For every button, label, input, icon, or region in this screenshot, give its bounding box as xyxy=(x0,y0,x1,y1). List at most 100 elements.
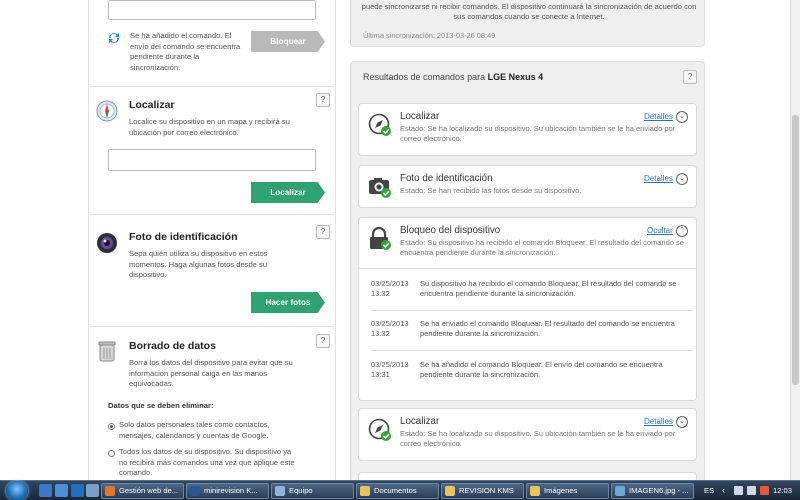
scrollbar-thumb[interactable] xyxy=(792,115,799,385)
taskbar-item-images[interactable]: Imágenes xyxy=(526,483,609,499)
chevron-down-icon[interactable]: ⌄ xyxy=(676,416,688,428)
start-button[interactable] xyxy=(6,481,28,500)
photo-title: Foto de identificación xyxy=(129,231,238,243)
taskbar-item-revision[interactable]: REVISION KMS xyxy=(441,483,524,499)
chevron-up-icon[interactable]: ⌃ xyxy=(676,225,688,237)
device-name: LGE Nexus 4 xyxy=(487,72,544,82)
commands-column: Se ha añadido el comando. El envío del c… xyxy=(88,0,336,480)
switch-windows-icon[interactable] xyxy=(55,484,68,497)
camera-icon xyxy=(368,175,392,199)
card-title: Localizar xyxy=(400,111,440,122)
taskbar-item-documents[interactable]: Documentos xyxy=(356,483,439,499)
last-sync: Última sincronización: 2013-03-26 08:49 xyxy=(363,31,496,40)
divider xyxy=(89,86,335,87)
compass-icon xyxy=(96,100,118,122)
card-title: Localizar xyxy=(400,416,440,427)
folder-icon xyxy=(360,486,370,496)
hide-link[interactable]: Ocultar xyxy=(647,226,673,235)
wipe-help-button[interactable]: ? xyxy=(316,334,330,348)
page-margin-left xyxy=(0,0,88,480)
taskbar-item-computer[interactable]: Equipo xyxy=(271,483,354,499)
card-status: Estado: Se ha localizado su dispositivo.… xyxy=(400,429,676,448)
photo-description: Sepa quién utiliza su dispositivo en est… xyxy=(129,249,268,279)
details-link[interactable]: Detalles xyxy=(644,174,673,183)
results-help-button[interactable]: ? xyxy=(683,70,697,84)
details-link[interactable]: Detalles xyxy=(644,112,673,121)
result-card-lock: Bloqueo del dispositivo Estado: Su dispo… xyxy=(358,217,697,401)
internet-explorer-icon[interactable] xyxy=(71,484,84,497)
divider xyxy=(371,310,693,311)
language-indicator[interactable]: ES xyxy=(704,481,714,500)
wipe-title: Borrado de datos xyxy=(129,340,216,352)
network-icon[interactable] xyxy=(734,486,743,495)
wipe-option-all-radio[interactable] xyxy=(108,450,115,457)
volume-icon[interactable] xyxy=(747,486,756,495)
history-text: Su dispositivo ha recibido el comando Bl… xyxy=(420,279,677,298)
card-status: Estado: Se han recibido las fotos desde … xyxy=(400,186,582,195)
card-title: Foto de identificación xyxy=(400,173,493,184)
chevron-down-icon[interactable]: ⌄ xyxy=(676,111,688,123)
history-date: 03/25/2013 13:31 xyxy=(371,360,409,379)
system-tray: ES ‹ 12:03 xyxy=(700,481,800,500)
locate-button[interactable]: Localizar xyxy=(251,182,325,203)
wipe-option-all-label: Todos los datos de su dispositivo. Su di… xyxy=(119,447,295,477)
trash-icon xyxy=(97,340,117,362)
divider xyxy=(371,350,693,351)
lock-icon xyxy=(368,226,392,251)
media-icon[interactable] xyxy=(86,484,99,497)
taskbar-item-paint[interactable]: IMAGEN6.jpg - ... xyxy=(611,483,694,499)
lock-button[interactable]: Bloquear xyxy=(251,31,325,52)
taskbar-item-firefox[interactable]: Gestión web de... xyxy=(101,483,184,499)
sync-icon xyxy=(106,30,122,46)
compass-icon xyxy=(368,418,392,442)
history-text: Se ha enviado el comando Bloquear. El re… xyxy=(420,319,675,338)
taskbar: Gestión web de... minirevision K... Equi… xyxy=(0,480,800,500)
compass-icon xyxy=(368,113,392,137)
locate-help-button[interactable]: ? xyxy=(316,93,330,107)
folder-icon xyxy=(530,486,540,496)
history-text: Se ha añadido el comando Bloquear. El en… xyxy=(420,360,663,379)
lock-command-message: Se ha añadido el comando. El envío del c… xyxy=(130,31,241,72)
details-link[interactable]: Detalles xyxy=(644,417,673,426)
sync-status-box: puede sincronizarse ni recibir comandos.… xyxy=(350,0,705,47)
tray-app-icon[interactable] xyxy=(760,486,769,495)
folder-icon xyxy=(445,486,455,496)
wipe-option-personal-label: Solo datos personales tales como contact… xyxy=(119,420,270,440)
photo-help-button[interactable]: ? xyxy=(316,225,330,239)
computer-icon xyxy=(275,486,285,496)
history-row: 03/25/2013 13:31 Se ha añadido el comando… xyxy=(371,360,693,398)
card-status: Estado: Se ha localizado su dispositivo.… xyxy=(400,124,676,143)
divider xyxy=(89,214,335,215)
firefox-icon xyxy=(105,486,115,496)
message-input[interactable] xyxy=(108,0,316,20)
result-card-photo: Foto de identificación Estado: Se han re… xyxy=(358,165,697,208)
divider xyxy=(89,326,335,327)
page-scrollbar[interactable] xyxy=(790,0,800,480)
history-date: 03/25/2013 13:32 xyxy=(371,279,409,298)
history-row: 03/25/2013 13:32 Se ha enviado el comando… xyxy=(371,319,693,357)
wipe-description: Borra los datos del dispositivo para evi… xyxy=(129,358,293,388)
locate-description: Localice su dispositivo en un mapa y rec… xyxy=(129,117,290,137)
sync-status-message: puede sincronizarse ni recibir comandos.… xyxy=(361,2,697,21)
divider xyxy=(359,268,696,269)
clock[interactable]: 12:03 xyxy=(773,481,792,500)
result-card-locate: Localizar Estado: Se ha localizado su di… xyxy=(358,103,697,156)
result-card-locate: Localizar Estado: Se ha localizado su di… xyxy=(358,408,697,461)
locate-title: Localizar xyxy=(129,99,175,111)
show-desktop-icon[interactable] xyxy=(39,484,52,497)
taskbar-item-word[interactable]: minirevision K... xyxy=(186,483,269,499)
paint-icon xyxy=(615,486,625,496)
wipe-option-personal-radio[interactable] xyxy=(108,423,115,430)
chevron-down-icon[interactable]: ⌄ xyxy=(676,173,688,185)
history-row: 03/25/2013 13:32 Su dispositivo ha recibi… xyxy=(371,279,693,317)
webcam-icon xyxy=(96,232,118,254)
results-title: Resultados de comandos para LGE Nexus 4 xyxy=(363,72,544,82)
wipe-subheading: Datos que se deben eliminar: xyxy=(108,401,214,410)
word-icon xyxy=(190,486,200,496)
card-title: Bloqueo del dispositivo xyxy=(400,225,501,236)
chevron-left-icon[interactable]: ‹ xyxy=(722,481,725,500)
locate-input[interactable] xyxy=(108,149,316,171)
history-date: 03/25/2013 13:32 xyxy=(371,319,409,338)
command-results-panel: Resultados de comandos para LGE Nexus 4 … xyxy=(350,61,705,486)
take-photos-button[interactable]: Hacer fotos xyxy=(251,292,325,313)
